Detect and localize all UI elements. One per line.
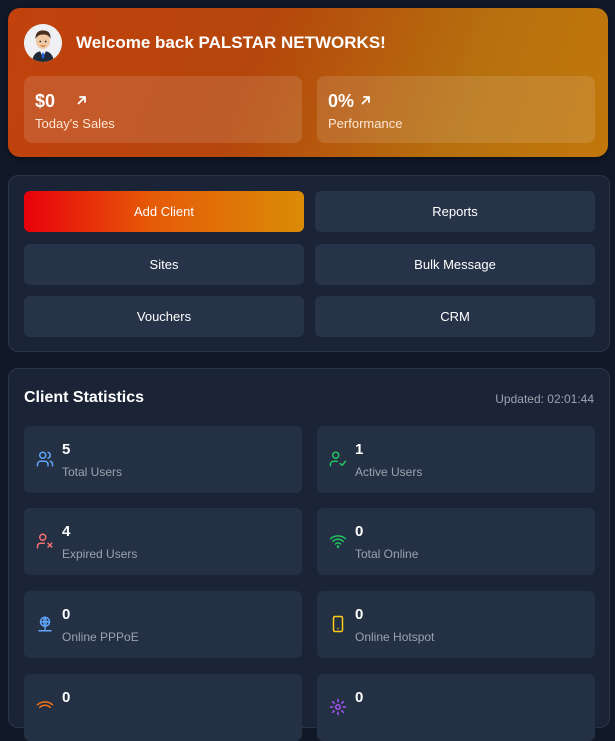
sites-button[interactable]: Sites — [24, 244, 304, 285]
arrow-up-right-icon — [361, 96, 370, 105]
wifi-icon — [329, 535, 347, 548]
stat-value: 0 — [62, 606, 71, 623]
updated-timestamp: Updated: 02:01:44 — [495, 392, 594, 406]
todays-sales-label: Today's Sales — [35, 116, 115, 131]
users-icon — [36, 451, 54, 467]
stat-value: 0 — [355, 523, 364, 540]
stat-label: Active Users — [355, 465, 423, 479]
user-x-icon — [36, 533, 53, 549]
arrow-up-right-icon — [77, 96, 86, 105]
client-statistics-title: Client Statistics — [24, 389, 145, 406]
vouchers-button[interactable]: Vouchers — [24, 296, 304, 337]
stat-value: 1 — [355, 441, 364, 458]
avatar-illustration — [24, 24, 62, 62]
stat-card-online-hotspot[interactable]: 0 Online Hotspot — [317, 591, 595, 658]
stat-card-total-online[interactable]: 0 Total Online — [317, 508, 595, 575]
client-statistics-panel: Client Statistics Updated: 02:01:44 5 To… — [8, 368, 610, 741]
stat-card-active-users[interactable]: 1 Active Users — [317, 426, 595, 493]
network-icon — [38, 616, 52, 632]
stat-card-expired-users[interactable]: 4 Expired Users — [24, 508, 302, 575]
add-client-button[interactable]: Add Client — [24, 191, 304, 232]
performance-card: 0% Performance — [317, 76, 595, 143]
bulk-message-button[interactable]: Bulk Message — [315, 244, 595, 285]
stat-label: Total Users — [62, 465, 123, 479]
performance-value: 0% — [328, 91, 355, 111]
stat-value: 0 — [355, 606, 364, 623]
stat-value: 0 — [62, 689, 71, 706]
stat-card-row4-left[interactable]: 0 — [24, 674, 302, 741]
quick-actions-panel: Add Client Reports Sites Bulk Message Vo… — [8, 175, 610, 352]
todays-sales-value: $0 — [35, 91, 56, 111]
welcome-title: Welcome back PALSTAR NETWORKS! — [76, 33, 386, 52]
stat-card-online-pppoe[interactable]: 0 Online PPPoE — [24, 591, 302, 658]
phone-icon — [332, 615, 344, 633]
stat-card-row4-right[interactable]: 0 — [317, 674, 595, 741]
user-check-icon — [329, 451, 347, 467]
signal-icon — [36, 701, 54, 709]
stat-card-total-users[interactable]: 5 Total Users — [24, 426, 302, 493]
performance-label: Performance — [328, 116, 403, 131]
reports-button[interactable]: Reports — [315, 191, 595, 232]
welcome-banner: Welcome back PALSTAR NETWORKS! $0 Today'… — [8, 8, 608, 157]
avatar — [24, 24, 62, 62]
todays-sales-card: $0 Today's Sales — [24, 76, 302, 143]
stat-value: 4 — [62, 523, 71, 540]
stat-label: Online Hotspot — [355, 630, 435, 644]
crm-button[interactable]: CRM — [315, 296, 595, 337]
stat-label: Online PPPoE — [62, 630, 139, 644]
stat-value: 0 — [355, 689, 364, 706]
gear-icon — [329, 698, 347, 716]
stat-label: Total Online — [355, 547, 419, 561]
stat-label: Expired Users — [62, 547, 138, 561]
stat-value: 5 — [62, 441, 71, 458]
